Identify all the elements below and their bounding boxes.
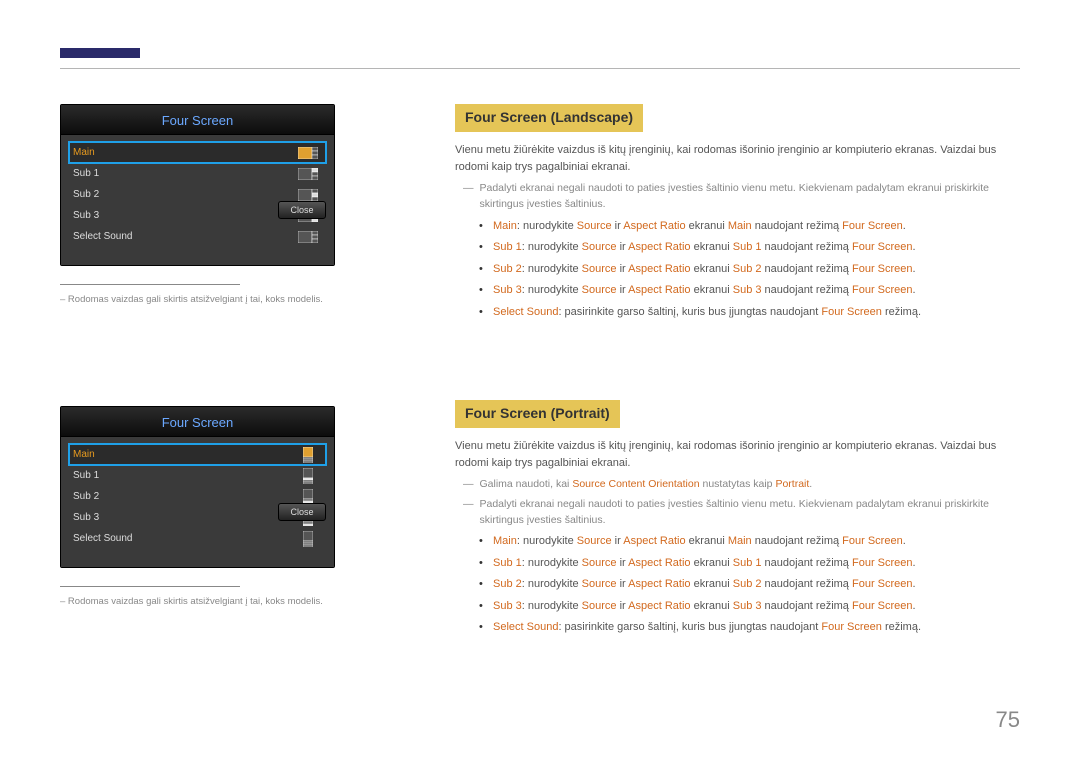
layout-main-portrait-icon	[296, 448, 320, 462]
bullet-item: Sub 2: nurodykite Source ir Aspect Ratio…	[479, 576, 1020, 593]
close-button[interactable]: Close	[278, 503, 326, 521]
note: ―Padalyti ekranai negali naudoti to pati…	[463, 181, 1020, 213]
chapter-indicator	[60, 48, 140, 58]
osd-row-label: Main	[69, 147, 189, 158]
close-button[interactable]: Close	[278, 201, 326, 219]
section-title: Four Screen (Landscape)	[455, 104, 643, 132]
layout-sub1-icon	[296, 167, 320, 181]
bullet-item: Sub 3: nurodykite Source ir Aspect Ratio…	[479, 282, 1020, 299]
bullet-item: Sub 3: nurodykite Source ir Aspect Ratio…	[479, 598, 1020, 615]
osd-row-main[interactable]: Main	[69, 142, 326, 163]
osd-row-sub1[interactable]: Sub 1	[69, 163, 326, 184]
bullet-item: Main: nurodykite Source ir Aspect Ratio …	[479, 218, 1020, 235]
osd-row-label: Sub 2	[69, 491, 189, 502]
layout-sub2-portrait-icon	[296, 490, 320, 504]
bullet-list: Main: nurodykite Source ir Aspect Ratio …	[479, 218, 1020, 321]
osd-row-label: Select Sound	[69, 231, 189, 242]
bullet-item: Sub 2: nurodykite Source ir Aspect Ratio…	[479, 261, 1020, 278]
layout-main-icon	[296, 146, 320, 160]
bullet-item: Select Sound: pasirinkite garso šaltinį,…	[479, 304, 1020, 321]
osd-title: Four Screen	[61, 105, 334, 135]
section-intro: Vienu metu žiūrėkite vaizdus iš kitų įre…	[455, 142, 1020, 175]
page-number: 75	[996, 707, 1020, 733]
note: ―Padalyti ekranai negali naudoti to pati…	[463, 497, 1020, 529]
left-note: – Rodomas vaizdas gali skirtis atsižvelg…	[60, 586, 335, 608]
osd-panel-portrait: Four Screen Main Sub 1	[60, 406, 335, 568]
osd-row-main[interactable]: Main	[69, 444, 326, 465]
note-text: – Rodomas vaizdas gali skirtis atsižvelg…	[60, 596, 323, 607]
bullet-item: Sub 1: nurodykite Source ir Aspect Ratio…	[479, 239, 1020, 256]
bullet-item: Select Sound: pasirinkite garso šaltinį,…	[479, 619, 1020, 636]
section-portrait: Four Screen (Portrait) Vienu metu žiūrėk…	[455, 400, 1020, 636]
osd-row-label: Sub 1	[69, 168, 189, 179]
osd-row-label: Select Sound	[69, 533, 189, 544]
osd-row-label: Sub 3	[69, 210, 189, 221]
bullet-item: Main: nurodykite Source ir Aspect Ratio …	[479, 533, 1020, 550]
bullet-item: Sub 1: nurodykite Source ir Aspect Ratio…	[479, 555, 1020, 572]
section-landscape: Four Screen (Landscape) Vienu metu žiūrė…	[455, 104, 1020, 320]
osd-row-label: Main	[69, 449, 189, 460]
osd-row-select-sound[interactable]: Select Sound	[69, 226, 326, 247]
bullet-list: Main: nurodykite Source ir Aspect Ratio …	[479, 533, 1020, 636]
osd-row-select-sound[interactable]: Select Sound	[69, 528, 326, 549]
osd-row-label: Sub 3	[69, 512, 189, 523]
osd-row-sub1[interactable]: Sub 1	[69, 465, 326, 486]
note-text: – Rodomas vaizdas gali skirtis atsižvelg…	[60, 294, 323, 305]
layout-sound-icon	[296, 230, 320, 244]
divider	[60, 68, 1020, 69]
layout-sub1-portrait-icon	[296, 469, 320, 483]
layout-sound-portrait-icon	[296, 532, 320, 546]
osd-row-label: Sub 2	[69, 189, 189, 200]
left-note: – Rodomas vaizdas gali skirtis atsižvelg…	[60, 284, 335, 306]
note: ― Galima naudoti, kai Source Content Ori…	[463, 477, 1020, 493]
section-title: Four Screen (Portrait)	[455, 400, 620, 428]
section-intro: Vienu metu žiūrėkite vaizdus iš kitų įre…	[455, 438, 1020, 471]
layout-sub2-icon	[296, 188, 320, 202]
osd-panel-landscape: Four Screen Main Sub 1 Sub 2	[60, 104, 335, 266]
osd-title: Four Screen	[61, 407, 334, 437]
osd-row-label: Sub 1	[69, 470, 189, 481]
